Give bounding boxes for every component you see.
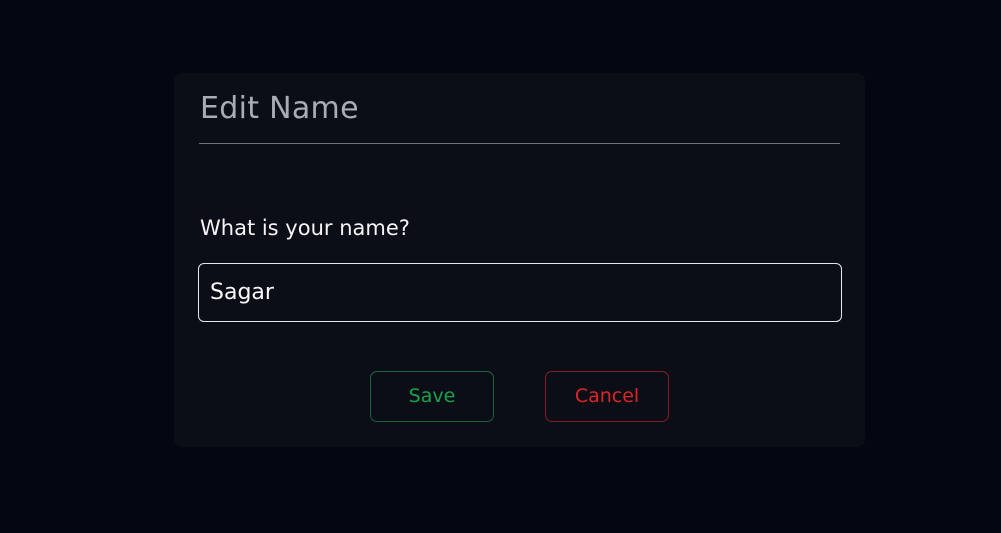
name-field-label: What is your name?: [200, 216, 410, 240]
edit-name-dialog: Edit Name What is your name? Save Cancel: [174, 73, 865, 447]
save-button[interactable]: Save: [370, 371, 494, 422]
dialog-header: Edit Name: [199, 73, 840, 144]
dialog-actions: Save Cancel: [174, 371, 865, 423]
dialog-title: Edit Name: [200, 91, 359, 126]
name-input[interactable]: [198, 263, 842, 322]
cancel-button[interactable]: Cancel: [545, 371, 669, 422]
modal-overlay: Edit Name What is your name? Save Cancel: [0, 0, 1001, 533]
